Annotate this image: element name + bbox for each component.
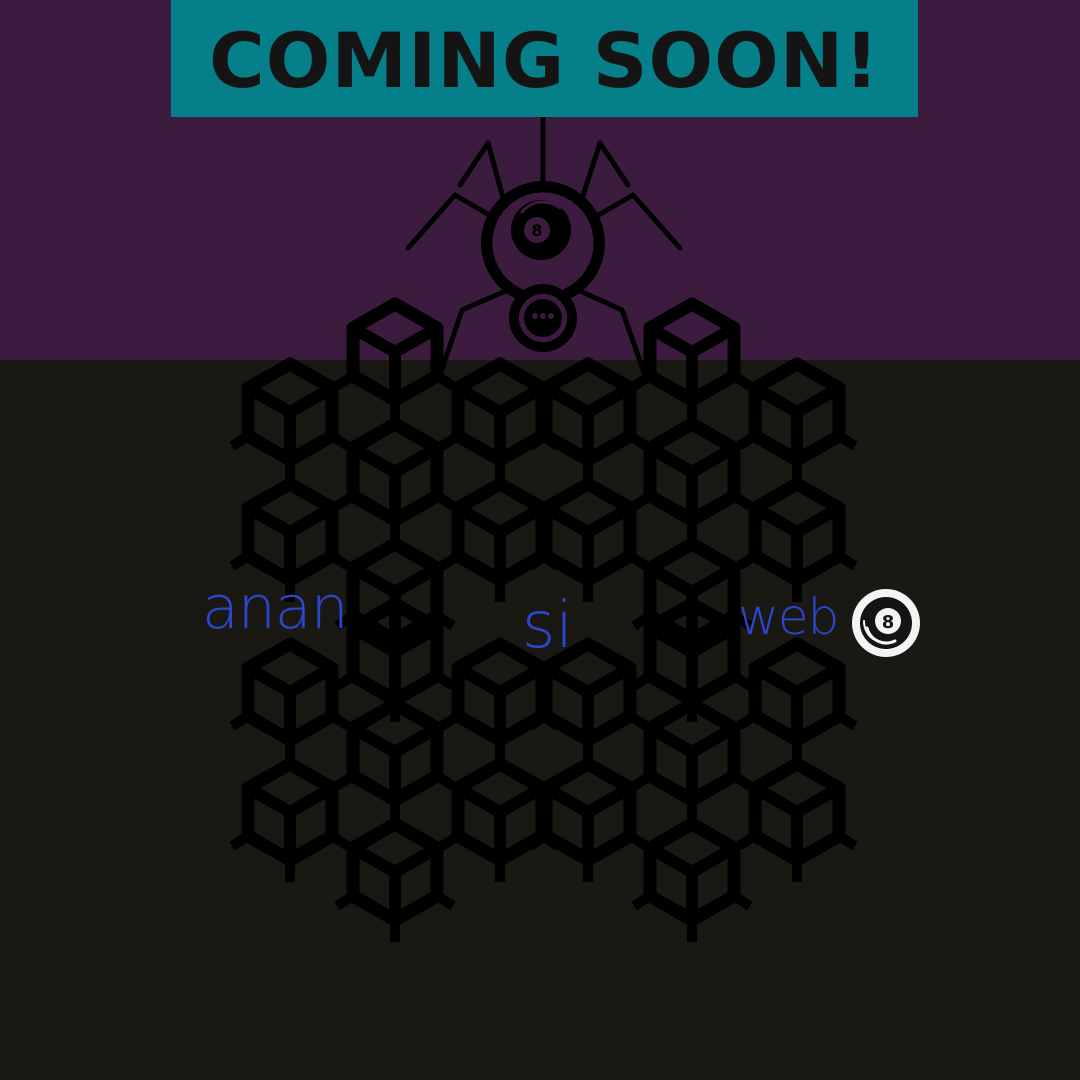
artwork-layer: 8: [0, 114, 1080, 1080]
logo-word-2: si: [522, 589, 574, 663]
cube-icon: [232, 764, 348, 882]
cube-icon: [530, 484, 646, 602]
svg-text:8: 8: [531, 221, 542, 240]
cube-icon: [634, 304, 750, 422]
banner-title: COMING SOON!: [209, 15, 880, 105]
cube-icon: [337, 824, 453, 942]
logo-word-3: web: [738, 588, 839, 646]
svg-text:8: 8: [882, 612, 895, 633]
coming-soon-banner: COMING SOON!: [171, 0, 918, 117]
cube-icon: [739, 764, 855, 882]
cube-icon: [739, 484, 855, 602]
cube-icon: [232, 644, 348, 762]
cube-icon: [530, 364, 646, 482]
cube-icon: [337, 424, 453, 542]
cube-icon: [634, 424, 750, 542]
logo-word-1: anan: [202, 573, 349, 643]
cube-icon: [530, 764, 646, 882]
cube-icon: [739, 644, 855, 762]
cube-icon: [634, 824, 750, 942]
cube-icon: [337, 304, 453, 422]
cube-icon: [739, 364, 855, 482]
eight-ball-icon: 8: [852, 589, 920, 657]
spider-icon: 8: [405, 114, 683, 378]
cube-icon: [232, 364, 348, 482]
poster-canvas: 8 COMING SOON! anan si web 8: [0, 0, 1080, 1080]
